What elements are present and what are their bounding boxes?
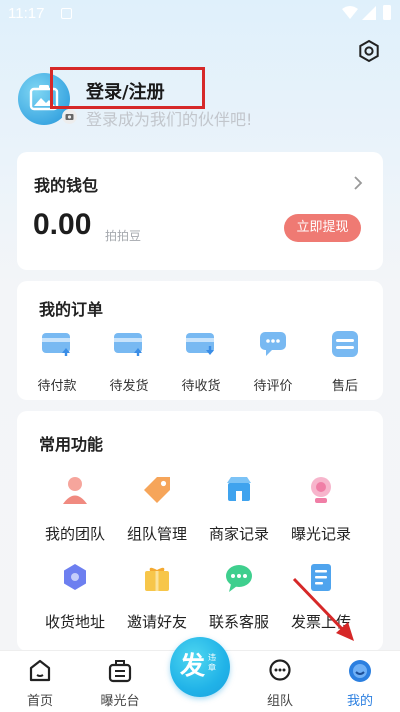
exposure-desk-icon — [108, 660, 132, 683]
nav-mine[interactable]: 我的 — [325, 651, 395, 709]
wifi-icon — [342, 6, 358, 19]
order-pending-shipment[interactable]: 待发货 — [99, 331, 159, 394]
nav-label: 曝光台 — [100, 694, 140, 709]
status-time: 11:17 — [8, 5, 45, 22]
orders-title: 我的订单 — [39, 300, 104, 319]
order-label: 售后 — [331, 379, 358, 394]
fab-sub-label: 违章 — [208, 653, 216, 672]
signal-icon — [362, 6, 376, 20]
func-team-management[interactable]: 组队管理 — [113, 473, 201, 544]
func-exposure-records[interactable]: 曝光记录 — [277, 473, 365, 544]
pending-payment-icon — [42, 333, 70, 356]
nav-home[interactable]: 首页 — [5, 651, 75, 709]
func-my-team[interactable]: 我的团队 — [31, 473, 119, 544]
pending-receipt-icon — [186, 333, 214, 355]
report-violation-button[interactable]: 发 违章 — [170, 637, 230, 697]
pending-shipment-icon — [114, 333, 142, 356]
settings-icon[interactable] — [357, 39, 381, 63]
func-label: 组队管理 — [126, 525, 187, 543]
order-label: 待发货 — [109, 379, 149, 394]
team-icon — [63, 477, 87, 504]
annotation-arrow — [292, 577, 354, 641]
team-chat-icon — [269, 659, 291, 681]
login-register-link[interactable]: 登录/注册 — [86, 78, 165, 104]
nav-exposure-desk[interactable]: 曝光台 — [85, 651, 155, 709]
login-subtitle: 登录成为我们的伙伴吧! — [86, 110, 253, 129]
func-label: 我的团队 — [44, 525, 105, 543]
func-label: 曝光记录 — [290, 525, 351, 543]
functions-title: 常用功能 — [39, 435, 104, 454]
func-label: 邀请好友 — [126, 613, 187, 631]
func-label: 收货地址 — [44, 613, 105, 631]
wallet-card[interactable]: 我的钱包 0.00 拍拍豆 立即提现 — [17, 152, 383, 270]
order-after-sales[interactable]: 售后 — [315, 331, 375, 394]
order-label: 待收货 — [181, 379, 221, 394]
func-contact-support[interactable]: 联系客服 — [195, 561, 283, 632]
func-invite-friends[interactable]: 邀请好友 — [113, 561, 201, 632]
withdraw-button[interactable]: 立即提现 — [284, 214, 361, 242]
pending-review-icon — [260, 332, 286, 356]
wallet-balance: 0.00 — [33, 208, 92, 241]
order-label: 待评价 — [253, 379, 293, 394]
after-sales-icon — [332, 331, 358, 357]
fab-main-label: 发 — [180, 651, 206, 680]
nav-label: 首页 — [26, 694, 53, 709]
order-pending-payment[interactable]: 待付款 — [27, 331, 87, 394]
home-icon — [29, 659, 51, 682]
nav-label: 我的 — [346, 694, 373, 709]
func-label: 商家记录 — [208, 525, 269, 543]
tag-icon — [144, 477, 170, 503]
orders-card: 我的订单 待付款 待发货 待收货 待评价 售后 — [17, 281, 383, 400]
camera-icon[interactable] — [62, 109, 77, 124]
chat-icon — [226, 565, 252, 592]
order-pending-receipt[interactable]: 待收货 — [171, 331, 231, 394]
address-icon — [64, 564, 86, 590]
order-pending-review[interactable]: 待评价 — [243, 331, 303, 394]
wallet-title: 我的钱包 — [34, 176, 99, 195]
order-label: 待付款 — [37, 379, 77, 394]
chevron-right-icon[interactable] — [353, 176, 363, 190]
func-merchant-records[interactable]: 商家记录 — [195, 473, 283, 544]
gift-icon — [145, 567, 169, 591]
func-shipping-address[interactable]: 收货地址 — [31, 561, 119, 632]
exposure-icon — [311, 477, 331, 503]
store-icon — [227, 477, 251, 501]
func-label: 联系客服 — [208, 613, 269, 631]
battery-icon — [383, 5, 391, 20]
notification-icon — [61, 8, 72, 19]
nav-label: 组队 — [266, 694, 293, 709]
status-bar: 11:17 — [0, 0, 400, 28]
wallet-unit: 拍拍豆 — [105, 229, 142, 243]
nav-team[interactable]: 组队 — [245, 651, 315, 709]
profile-icon — [349, 660, 371, 682]
